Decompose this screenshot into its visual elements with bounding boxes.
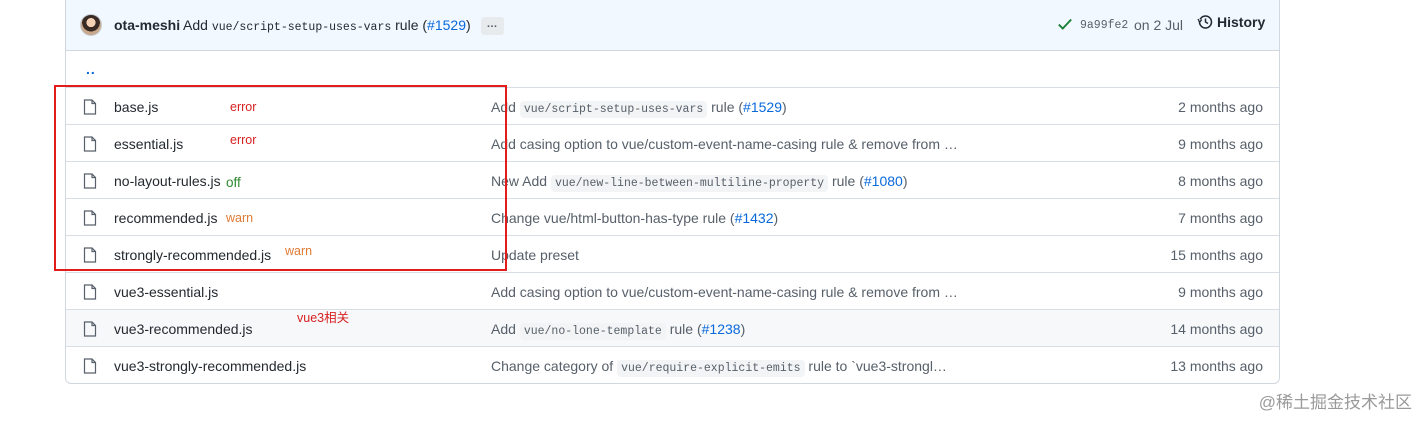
commit-message[interactable]: Add vue/script-setup-uses-vars rule (#15… bbox=[183, 17, 504, 36]
annotation-error-essential: error bbox=[230, 133, 257, 147]
annotation-highlight-box bbox=[54, 85, 507, 271]
file-age: 14 months ago bbox=[1170, 321, 1263, 337]
file-icon bbox=[83, 321, 97, 337]
file-commit-message[interactable]: Add casing option to vue/custom-event-na… bbox=[491, 136, 958, 152]
file-age: 13 months ago bbox=[1170, 358, 1263, 374]
history-link[interactable]: History bbox=[1197, 14, 1265, 30]
file-commit-message[interactable]: New Add vue/new-line-between-multiline-p… bbox=[491, 173, 908, 192]
pr-link[interactable]: #1080 bbox=[864, 173, 903, 189]
file-row-vue3-essential[interactable]: vue3-essential.js Add casing option to v… bbox=[66, 273, 1279, 310]
annotation-warn-recommended: warn bbox=[226, 211, 254, 225]
pr-link[interactable]: #1529 bbox=[743, 99, 782, 115]
file-age: 8 months ago bbox=[1178, 173, 1263, 189]
watermark: @稀土掘金技术社区 bbox=[1258, 393, 1412, 412]
file-name-link[interactable]: vue3-essential.js bbox=[114, 284, 218, 300]
parent-directory-row[interactable]: .. bbox=[66, 51, 1279, 88]
file-age: 15 months ago bbox=[1170, 247, 1263, 263]
history-icon bbox=[1197, 15, 1213, 29]
parent-directory-link[interactable]: .. bbox=[86, 61, 96, 77]
file-row-vue3-recommended[interactable]: vue3-recommended.js Add vue/no-lone-temp… bbox=[66, 310, 1279, 347]
file-name-link[interactable]: vue3-strongly-recommended.js bbox=[114, 358, 306, 374]
file-age: 9 months ago bbox=[1178, 136, 1263, 152]
file-commit-message[interactable]: Add casing option to vue/custom-event-na… bbox=[491, 284, 958, 300]
commit-date: on 2 Jul bbox=[1134, 17, 1184, 33]
author-avatar[interactable] bbox=[80, 14, 102, 36]
file-icon bbox=[83, 358, 97, 374]
annotation-warn-strongly: warn bbox=[285, 244, 313, 258]
pr-link[interactable]: #1432 bbox=[735, 210, 774, 226]
file-name-link[interactable]: vue3-recommended.js bbox=[114, 321, 253, 337]
latest-commit-bar: ota-meshi Add vue/script-setup-uses-vars… bbox=[66, 0, 1279, 51]
annotation-error-base: error bbox=[230, 100, 257, 114]
commit-message-code: vue/script-setup-uses-vars bbox=[211, 21, 392, 34]
commit-sha-link[interactable]: 9a99fe2 bbox=[1080, 19, 1128, 32]
annotation-vue3: vue3相关 bbox=[297, 311, 350, 325]
file-commit-message[interactable]: Change category of vue/require-explicit-… bbox=[491, 358, 947, 377]
file-commit-message[interactable]: Add vue/no-lone-template rule (#1238) bbox=[491, 321, 745, 340]
file-age: 2 months ago bbox=[1178, 99, 1263, 115]
expand-commit-button[interactable]: … bbox=[480, 17, 504, 36]
file-age: 9 months ago bbox=[1178, 284, 1263, 300]
file-icon bbox=[83, 284, 97, 300]
commit-pr-link[interactable]: #1529 bbox=[427, 17, 466, 33]
commit-author[interactable]: ota-meshi bbox=[114, 17, 180, 33]
file-commit-message[interactable]: Add vue/script-setup-uses-vars rule (#15… bbox=[491, 99, 787, 118]
file-age: 7 months ago bbox=[1178, 210, 1263, 226]
check-icon bbox=[1058, 18, 1072, 30]
file-commit-message[interactable]: Change vue/html-button-has-type rule (#1… bbox=[491, 210, 778, 226]
pr-link[interactable]: #1238 bbox=[702, 321, 741, 337]
annotation-off: off bbox=[226, 175, 241, 190]
file-row-vue3-strongly-recommended[interactable]: vue3-strongly-recommended.js Change cate… bbox=[66, 347, 1279, 384]
